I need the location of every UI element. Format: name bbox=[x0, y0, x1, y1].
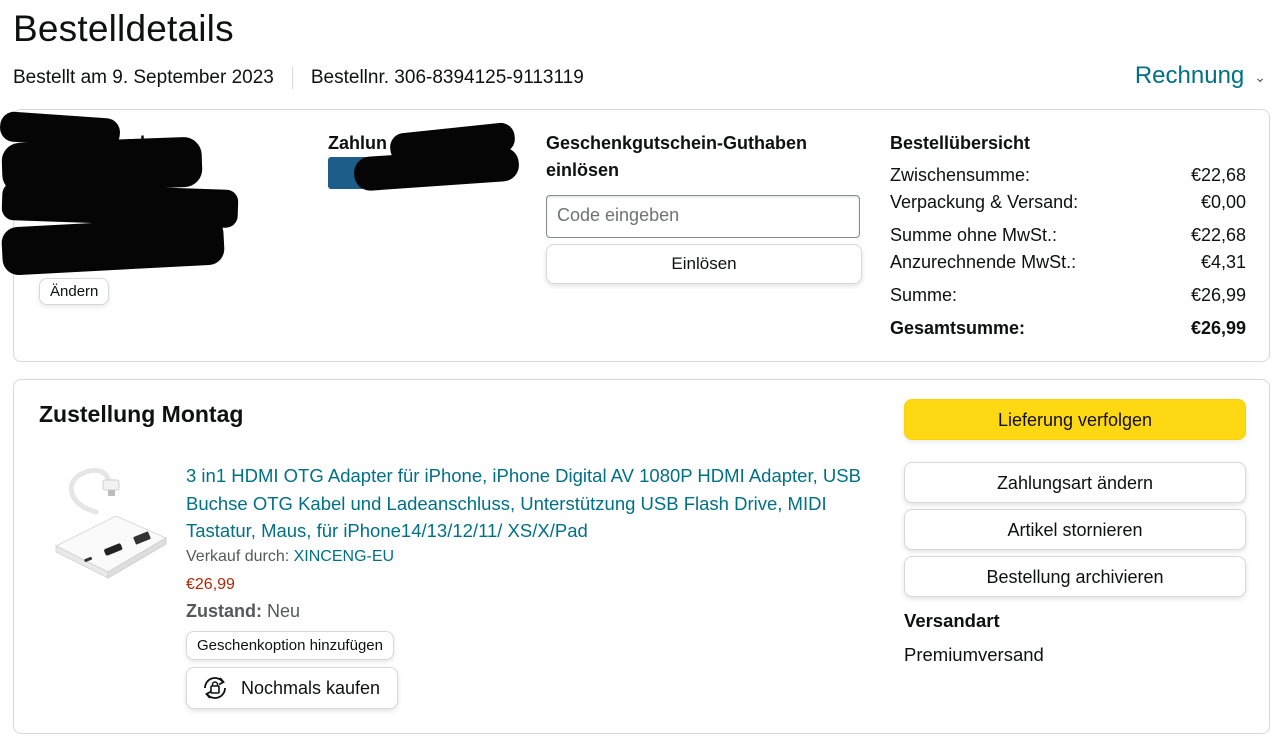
delivery-status-title: Zustellung Montag bbox=[39, 401, 244, 427]
summary-label: Summe: bbox=[890, 285, 958, 305]
summary-row: Verpackung & Versand: €0,00 bbox=[890, 189, 1246, 216]
shipping-method-title: Versandart bbox=[904, 610, 1000, 631]
archive-order-button[interactable]: Bestellung archivieren bbox=[904, 556, 1246, 597]
summary-value: €22,68 bbox=[1190, 225, 1246, 245]
invoice-label: Rechnung bbox=[1134, 62, 1245, 89]
order-meta: Bestellt am 9. September 2023 Bestellnr.… bbox=[13, 67, 584, 89]
track-package-button[interactable]: Lieferung verfolgen bbox=[904, 399, 1246, 440]
summary-value: €26,99 bbox=[1190, 285, 1246, 305]
shipping-method-value: Premiumversand bbox=[904, 644, 1044, 665]
summary-label: Verpackung & Versand: bbox=[890, 192, 1079, 212]
order-info-card: adresse Ändern Zahlun Geschenkgutschein-… bbox=[0, 109, 1270, 362]
divider bbox=[291, 67, 293, 89]
buy-again-icon bbox=[204, 677, 226, 699]
summary-value: €26,99 bbox=[1190, 318, 1246, 338]
condition-value: Neu bbox=[267, 601, 301, 621]
chevron-down-icon: ⌄ bbox=[1254, 68, 1266, 85]
change-payment-button[interactable]: Zahlungsart ändern bbox=[904, 462, 1246, 503]
gift-code-input[interactable]: Code eingeben bbox=[546, 195, 860, 238]
shipment-card: Zustellung Montag 3 in1 HDMI OTG Adapter… bbox=[13, 379, 1270, 734]
summary-label: Anzurechnende MwSt.: bbox=[890, 252, 1077, 272]
summary-label: Zwischensumme: bbox=[890, 165, 1031, 185]
buy-again-label: Nochmals kaufen bbox=[241, 677, 381, 698]
seller-link[interactable]: XINCENG-EU bbox=[294, 548, 394, 565]
summary-row: Summe ohne MwSt.: €22,68 bbox=[890, 222, 1246, 249]
summary-row: Anzurechnende MwSt.: €4,31 bbox=[890, 249, 1246, 276]
condition-label: Zustand: bbox=[186, 601, 262, 621]
summary-row: Zwischensumme: €22,68 bbox=[890, 162, 1246, 189]
redaction bbox=[0, 216, 226, 276]
order-summary-title: Bestellübersicht bbox=[890, 133, 1031, 153]
product-price: €26,99 bbox=[186, 576, 235, 593]
summary-value: €0,00 bbox=[1200, 192, 1246, 212]
page-title: Bestelldetails bbox=[13, 8, 234, 49]
payment-title: Zahlun bbox=[328, 133, 387, 153]
product-condition: Zustand: Neu bbox=[186, 601, 300, 622]
gift-card-title: Geschenkgutschein-Guthaben einlösen bbox=[546, 133, 808, 180]
summary-value: €22,68 bbox=[1190, 165, 1246, 185]
summary-row: Summe: €26,99 bbox=[890, 282, 1246, 309]
summary-label: Gesamtsumme: bbox=[890, 318, 1026, 338]
redeem-button[interactable]: Einlösen bbox=[546, 244, 862, 284]
summary-label: Summe ohne MwSt.: bbox=[890, 225, 1058, 245]
change-address-button[interactable]: Ändern bbox=[39, 278, 110, 305]
product-title-link[interactable]: 3 in1 HDMI OTG Adapter für iPhone, iPhon… bbox=[186, 462, 876, 545]
summary-value: €4,31 bbox=[1200, 252, 1246, 272]
sold-by-label: Verkauf durch: bbox=[186, 548, 290, 565]
order-number: Bestellnr. 306-8394125-9113119 bbox=[310, 67, 584, 88]
invoice-dropdown[interactable]: Rechnung ⌄ bbox=[1135, 62, 1266, 90]
order-summary: Zwischensumme: €22,68 Verpackung & Versa… bbox=[890, 162, 1246, 342]
product-image[interactable] bbox=[46, 464, 176, 589]
sold-by: Verkauf durch: XINCENG-EU bbox=[186, 548, 394, 566]
add-gift-option-button[interactable]: Geschenkoption hinzufügen bbox=[186, 631, 394, 660]
buy-again-button[interactable]: Nochmals kaufen bbox=[186, 667, 398, 709]
order-date: Bestellt am 9. September 2023 bbox=[13, 67, 274, 88]
summary-total-row: Gesamtsumme: €26,99 bbox=[890, 315, 1246, 342]
cancel-items-button[interactable]: Artikel stornieren bbox=[904, 509, 1246, 550]
